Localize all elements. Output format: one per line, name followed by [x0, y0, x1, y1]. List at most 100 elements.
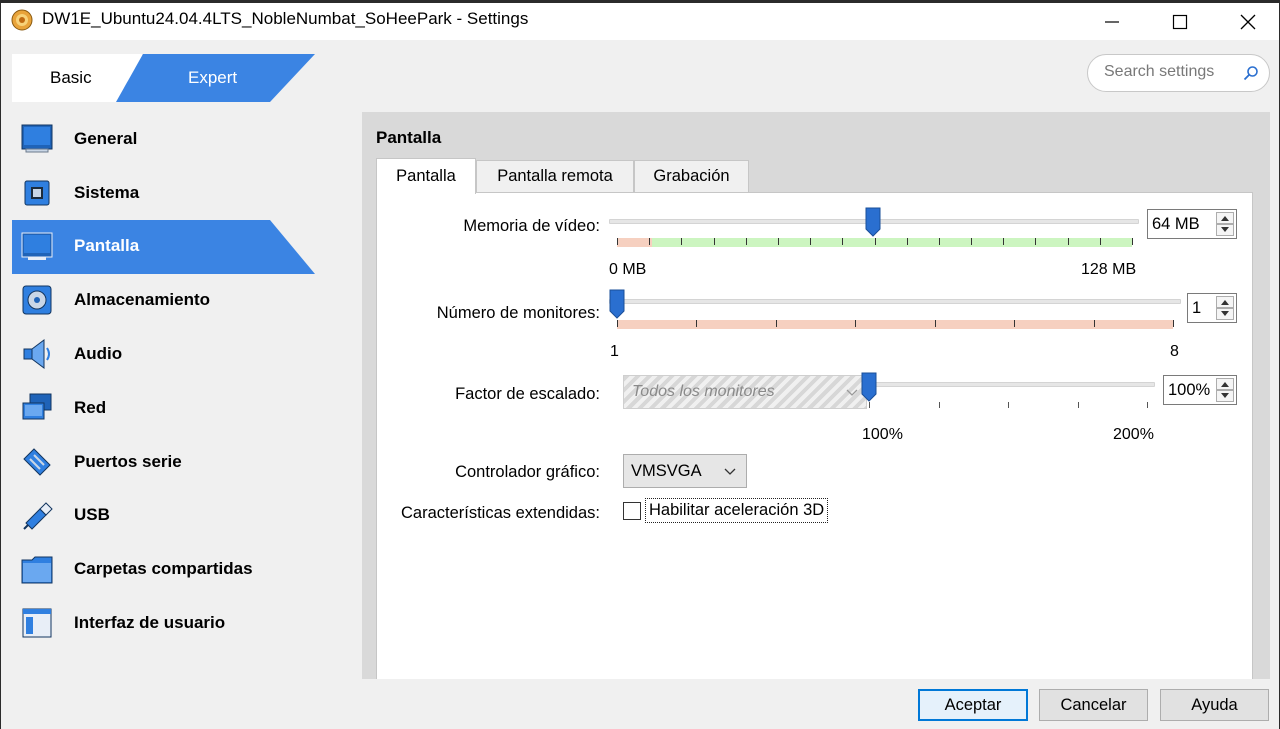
tab-label: Pantalla remota: [497, 167, 613, 185]
page-title: Pantalla: [376, 128, 442, 147]
sidebar-item-label: General: [74, 128, 138, 148]
slider-tick: [869, 402, 870, 408]
video-memory-slider-thumb[interactable]: [865, 207, 881, 237]
tab-pantalla[interactable]: Pantalla: [376, 158, 476, 194]
scale-decrement-button[interactable]: [1216, 390, 1234, 402]
speaker-icon: [23, 339, 50, 370]
sidebar-item-label: Carpetas compartidas: [74, 559, 253, 579]
slider-tick: [1173, 320, 1174, 327]
slider-tick: [777, 238, 779, 245]
window-title: DW1E_Ubuntu24.04.4LTS_NobleNumbat_SoHeeP…: [42, 9, 529, 28]
video-memory-spinbox[interactable]: 64 MB: [1147, 209, 1237, 239]
graphics-controller-select[interactable]: VMSVGA: [623, 454, 747, 488]
monitors-increment-button[interactable]: [1216, 296, 1234, 308]
tab-content: Memoria de vídeo: 0 MB 128 MB 64 MB Núme…: [376, 192, 1253, 679]
sidebar-item-label: USB: [74, 505, 110, 525]
expert-mode-button[interactable]: [12, 54, 315, 102]
monitors-zone: [617, 320, 1173, 329]
monitors-decrement-button[interactable]: [1216, 308, 1234, 320]
minimize-button[interactable]: [1078, 3, 1146, 40]
close-icon: [1240, 14, 1256, 29]
sidebar-item-carpetas-compartidas[interactable]: Carpetas compartidas: [12, 542, 318, 596]
search-input[interactable]: [1104, 63, 1236, 81]
slider-tick: [842, 238, 844, 245]
sidebar-item-interfaz-de-usuario[interactable]: Interfaz de usuario: [12, 596, 318, 650]
tab-label: Grabación: [653, 167, 730, 185]
slider-tick: [617, 238, 618, 245]
graphics-controller-value: VMSVGA: [631, 462, 702, 480]
monitors-spinbox[interactable]: 1: [1187, 293, 1237, 323]
slider-tick: [1132, 238, 1133, 245]
scale-slider-thumb[interactable]: [861, 372, 877, 402]
sidebar-item-puertos-serie[interactable]: Puertos serie: [12, 435, 318, 489]
monitors-slider-thumb[interactable]: [609, 289, 625, 319]
slider-tick: [1008, 402, 1009, 408]
slider-tick: [971, 238, 973, 245]
sidebar-item-almacenamiento[interactable]: Almacenamiento: [12, 273, 318, 327]
arrow-up-icon: [1221, 300, 1229, 305]
window-icon: [22, 608, 52, 638]
video-memory-decrement-button[interactable]: [1216, 224, 1234, 236]
sidebar-item-sistema[interactable]: Sistema: [12, 166, 318, 220]
scale-min-label: 100%: [862, 426, 903, 443]
video-memory-max-label: 128 MB: [1081, 261, 1137, 278]
mode-switch: Basic Expert: [12, 54, 315, 102]
help-button[interactable]: Ayuda: [1160, 689, 1269, 721]
sidebar: General Sistema Pantalla Almacenamiento: [12, 112, 318, 650]
scale-monitor-combo-value: Todos los monitores: [632, 383, 775, 400]
sidebar-item-general[interactable]: General: [12, 112, 318, 166]
slider-tick: [681, 238, 683, 245]
accept-button[interactable]: Aceptar: [918, 689, 1028, 721]
slider-tick: [1099, 238, 1101, 245]
scale-track[interactable]: [869, 382, 1155, 387]
slider-tick: [874, 238, 876, 245]
monitors-track[interactable]: [609, 299, 1181, 304]
scale-max-label: 200%: [1113, 426, 1154, 443]
video-memory-value: 64 MB: [1152, 215, 1200, 233]
monitor-general-icon: [21, 124, 53, 153]
slider-tick: [775, 320, 777, 327]
enable-3d-checkbox-label[interactable]: Habilitar aceleración 3D: [645, 498, 829, 523]
scale-label: Factor de escalado:: [455, 385, 600, 403]
close-button[interactable]: [1214, 3, 1280, 40]
slider-tick: [1077, 402, 1079, 408]
scale-spinbox[interactable]: 100%: [1163, 375, 1237, 405]
slider-tick: [1014, 320, 1016, 327]
sidebar-item-usb[interactable]: USB: [12, 489, 318, 543]
cancel-button[interactable]: Cancelar: [1039, 689, 1148, 721]
extended-features-label: Características extendidas:: [400, 504, 600, 522]
slider-tick: [1035, 238, 1037, 245]
slider-tick: [810, 238, 812, 245]
sidebar-item-audio[interactable]: Audio: [12, 327, 318, 381]
video-memory-zone-ok: [652, 238, 1132, 247]
sidebar-item-label: Almacenamiento: [74, 290, 211, 310]
title-bar: DW1E_Ubuntu24.04.4LTS_NobleNumbat_SoHeeP…: [0, 0, 1280, 40]
sidebar-item-red[interactable]: Red: [12, 381, 318, 435]
tab-pantalla-remota[interactable]: Pantalla remota: [476, 160, 634, 192]
folder-icon: [21, 556, 53, 584]
chevron-down-icon: [724, 468, 736, 475]
enable-3d-checkbox[interactable]: [623, 502, 641, 520]
monitors-value: 1: [1192, 299, 1202, 317]
video-memory-increment-button[interactable]: [1216, 212, 1234, 224]
serial-port-icon: [23, 448, 51, 476]
monitors-label: Número de monitores:: [436, 304, 600, 322]
sidebar-item-label: Audio: [74, 344, 123, 364]
app-icon: [11, 9, 33, 31]
tab-label: Pantalla: [396, 167, 456, 185]
chip-icon: [24, 180, 50, 206]
slider-tick: [617, 320, 618, 327]
arrow-up-icon: [1221, 216, 1229, 221]
sidebar-item-pantalla[interactable]: Pantalla: [12, 219, 318, 274]
slider-tick: [1093, 320, 1095, 327]
video-memory-min-label: 0 MB: [609, 261, 647, 278]
slider-tick: [934, 320, 936, 327]
sidebar-item-label: Sistema: [74, 182, 140, 202]
search-icon[interactable]: [1243, 65, 1259, 81]
usb-icon: [23, 501, 53, 530]
tab-grabacion[interactable]: Grabación: [634, 160, 749, 192]
slider-tick: [906, 238, 908, 245]
sidebar-item-label: Puertos serie: [74, 451, 182, 471]
maximize-button[interactable]: [1146, 3, 1214, 40]
scale-increment-button[interactable]: [1216, 378, 1234, 390]
